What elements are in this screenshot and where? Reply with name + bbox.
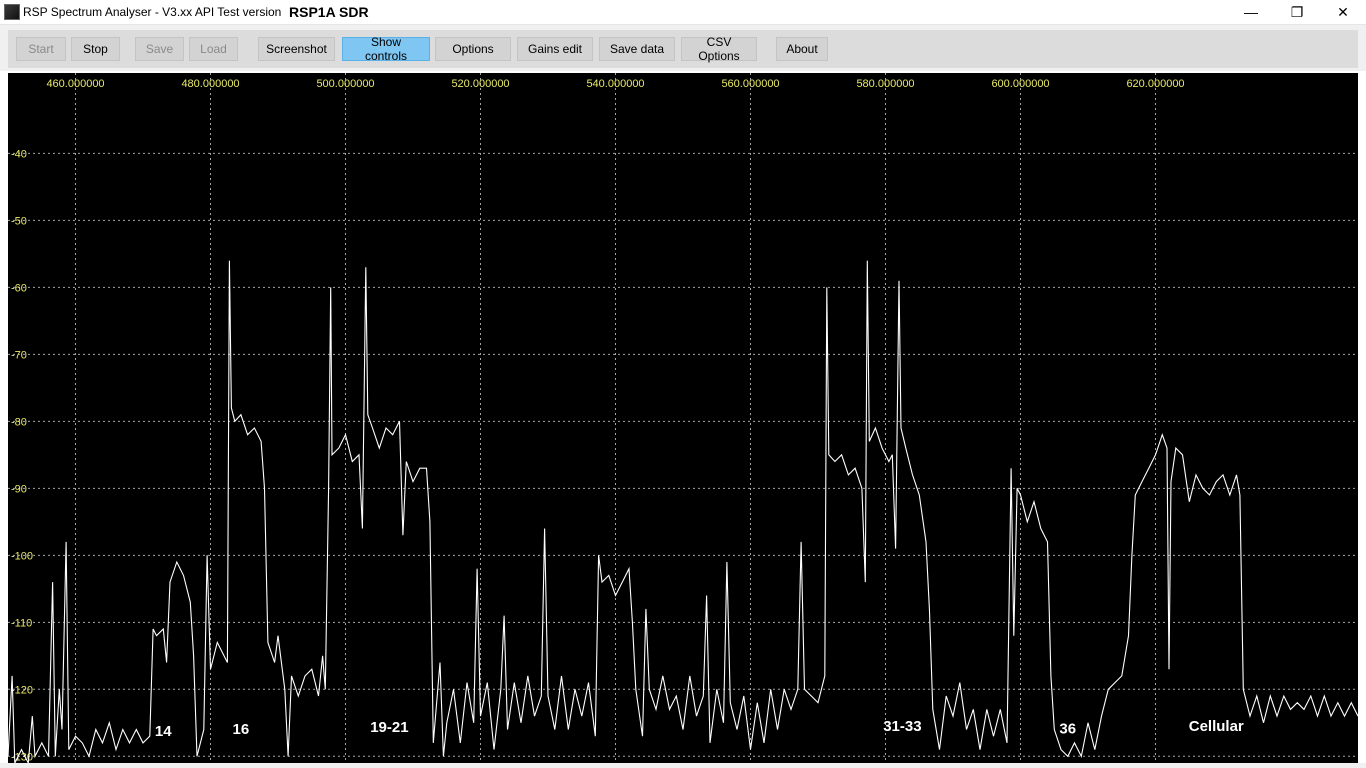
y-tick-label: -70 <box>11 349 27 361</box>
app-icon <box>4 4 20 20</box>
load-button[interactable]: Load <box>189 37 238 61</box>
maximize-glyph: ❐ <box>1290 3 1304 20</box>
window-title: RSP Spectrum Analyser - V3.xx API Test v… <box>23 5 282 19</box>
y-tick-labels: -40-50-60-70-80-90-100-110-120-130 <box>11 148 33 763</box>
band-label: 14 <box>155 723 172 740</box>
x-tick-label: 620.000000 <box>1126 78 1184 90</box>
save-button[interactable]: Save <box>135 37 184 61</box>
y-tick-label: -60 <box>11 282 27 294</box>
spectrum-plot[interactable]: 460.000000 480.000000 500.000000 520.000000… <box>7 73 1359 765</box>
band-label: 16 <box>233 721 250 738</box>
x-tick-label: 520.000000 <box>451 78 509 90</box>
device-title: RSP1A SDR <box>289 4 369 20</box>
band-label: 31-33 <box>883 718 921 735</box>
spectrum-chart: 460.000000 480.000000 500.000000 520.000000… <box>7 73 1359 765</box>
x-tick-label: 480.000000 <box>181 78 239 90</box>
show-controls-button[interactable]: Show controls <box>342 35 430 63</box>
y-tick-label: -40 <box>11 148 27 160</box>
x-tick-label: 600.000000 <box>991 78 1049 90</box>
y-tick-label: -120 <box>11 684 33 696</box>
x-tick-label: 580.000000 <box>856 78 914 90</box>
options-button[interactable]: Options <box>435 37 511 61</box>
title-bar: RSP Spectrum Analyser - V3.xx API Test v… <box>0 0 1366 25</box>
y-tick-label: -90 <box>11 483 27 495</box>
band-label: 19-21 <box>370 719 408 736</box>
maximize-icon[interactable]: ❐ <box>1274 0 1320 24</box>
band-annotations: 14 16 19-21 31-33 36 Cellular <box>155 718 1244 740</box>
minimize-icon[interactable]: — <box>1228 0 1274 24</box>
close-icon[interactable]: ✕ <box>1320 0 1366 24</box>
about-button[interactable]: About <box>776 37 828 61</box>
close-glyph: ✕ <box>1337 3 1349 20</box>
minimize-glyph: — <box>1244 4 1258 20</box>
y-tick-label: -80 <box>11 416 27 428</box>
band-label: Cellular <box>1189 718 1244 735</box>
csv-options-button[interactable]: CSV Options <box>681 35 757 63</box>
x-tick-label: 500.000000 <box>316 78 374 90</box>
bottom-border <box>0 763 1366 768</box>
save-data-button[interactable]: Save data <box>599 37 675 61</box>
x-tick-labels: 460.000000 480.000000 500.000000 520.000000… <box>46 78 1184 90</box>
x-tick-label: 560.000000 <box>721 78 779 90</box>
band-label: 36 <box>1059 721 1076 738</box>
y-tick-label: -50 <box>11 215 27 227</box>
x-tick-label: 460.000000 <box>46 78 104 90</box>
stop-button[interactable]: Stop <box>71 37 120 61</box>
y-tick-label: -100 <box>11 550 33 562</box>
x-tick-label: 540.000000 <box>586 78 644 90</box>
gains-edit-button[interactable]: Gains edit <box>517 37 593 61</box>
spectrum-trace <box>7 260 1359 765</box>
y-tick-label: -110 <box>11 617 32 629</box>
start-button[interactable]: Start <box>16 37 66 61</box>
screenshot-button[interactable]: Screenshot <box>258 37 335 61</box>
